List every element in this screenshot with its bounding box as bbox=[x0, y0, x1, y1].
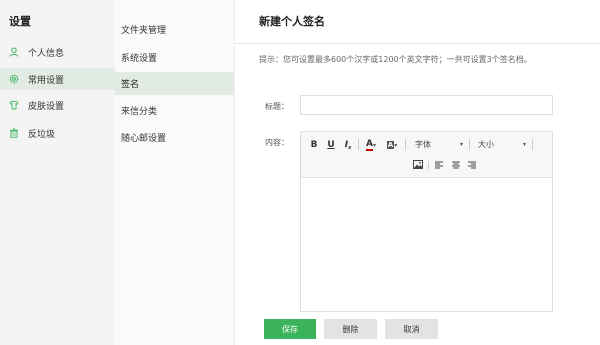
font-size-value: 大小 bbox=[478, 140, 494, 149]
editor-toolbar: B U Ix A ▾ A ▾ 字体 ▾ 大小 ▾ bbox=[301, 132, 552, 178]
settings-item-label: 反垃圾 bbox=[28, 129, 56, 140]
settings-item-label: 个人信息 bbox=[28, 48, 65, 59]
settings-item-antispam[interactable]: 反垃圾 bbox=[0, 122, 115, 144]
gear-icon bbox=[9, 74, 19, 84]
clear-format-button[interactable]: Ix bbox=[342, 138, 354, 152]
title-label: 标题： bbox=[265, 102, 289, 111]
signature-editor-panel: 新建个人签名 提示：您可设置最多600个汉字或1200个英文字符；一共可设置3个… bbox=[235, 0, 600, 345]
toolbar-divider bbox=[358, 139, 359, 150]
user-icon bbox=[9, 47, 19, 57]
align-center-icon[interactable] bbox=[452, 161, 460, 169]
settings-item-common[interactable]: 常用设置 bbox=[0, 68, 115, 90]
save-button[interactable]: 保存 bbox=[264, 319, 316, 339]
underline-button[interactable]: U bbox=[326, 138, 336, 152]
rich-text-editor: B U Ix A ▾ A ▾ 字体 ▾ 大小 ▾ bbox=[300, 131, 553, 312]
settings-item-profile[interactable]: 个人信息 bbox=[0, 41, 115, 63]
chevron-down-icon: ▾ bbox=[522, 141, 526, 148]
settings-title: 设置 bbox=[9, 15, 31, 28]
toolbar-divider bbox=[532, 139, 533, 150]
chevron-down-icon: ▾ bbox=[372, 141, 376, 149]
settings-item-label: 常用设置 bbox=[28, 75, 65, 86]
settings-menu: 文件夹管理 系统设置 签名 来信分类 随心邮设置 bbox=[115, 0, 235, 345]
bg-color-glyph: A bbox=[386, 141, 395, 149]
settings-item-skin[interactable]: 皮肤设置 bbox=[0, 94, 115, 116]
font-family-select[interactable]: 字体 ▾ bbox=[413, 138, 465, 151]
font-family-value: 字体 bbox=[415, 140, 431, 149]
menu-item-signature[interactable]: 签名 bbox=[115, 72, 234, 95]
page-title: 新建个人签名 bbox=[259, 15, 325, 28]
align-left-icon[interactable] bbox=[435, 161, 443, 169]
bold-button[interactable]: B bbox=[309, 138, 319, 152]
cancel-button[interactable]: 取消 bbox=[385, 319, 438, 339]
clear-x-icon: x bbox=[348, 144, 352, 151]
chevron-down-icon: ▾ bbox=[394, 141, 398, 149]
settings-item-label: 皮肤设置 bbox=[28, 101, 65, 112]
trash-icon bbox=[10, 128, 18, 138]
shirt-icon bbox=[9, 100, 19, 110]
settings-sidebar: 设置 个人信息 常用设置 皮肤设置 反垃圾 bbox=[0, 0, 115, 345]
bg-color-button[interactable]: A ▾ bbox=[383, 138, 401, 152]
title-divider bbox=[235, 43, 600, 44]
delete-button[interactable]: 删除 bbox=[324, 319, 377, 339]
signature-title-input[interactable] bbox=[300, 95, 553, 115]
chevron-down-icon: ▾ bbox=[459, 141, 463, 148]
toolbar-divider bbox=[405, 139, 406, 150]
content-label: 内容： bbox=[265, 138, 289, 147]
menu-item-mail-categories[interactable]: 来信分类 bbox=[115, 99, 234, 122]
toolbar-divider bbox=[469, 139, 470, 150]
menu-item-folders[interactable]: 文件夹管理 bbox=[115, 18, 234, 41]
font-color-button[interactable]: A ▾ bbox=[362, 138, 380, 152]
align-right-icon[interactable] bbox=[468, 161, 476, 169]
image-icon[interactable] bbox=[413, 160, 423, 169]
font-size-select[interactable]: 大小 ▾ bbox=[476, 138, 528, 151]
menu-item-suixin[interactable]: 随心邮设置 bbox=[115, 126, 234, 149]
hint-text: 提示：您可设置最多600个汉字或1200个英文字符；一共可设置3个签名档。 bbox=[259, 55, 532, 64]
toolbar-divider bbox=[428, 161, 429, 169]
menu-item-system[interactable]: 系统设置 bbox=[115, 46, 234, 69]
signature-content-area[interactable] bbox=[301, 179, 552, 311]
font-color-glyph: A bbox=[366, 138, 373, 151]
